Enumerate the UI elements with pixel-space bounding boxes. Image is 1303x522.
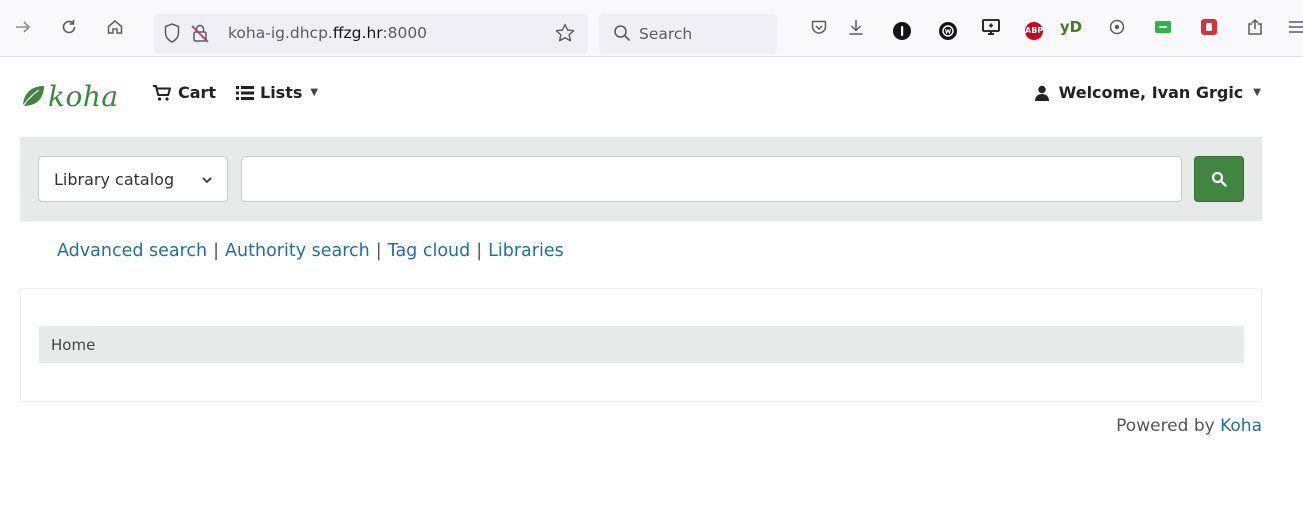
yd-extension-icon[interactable]: yD	[1058, 14, 1084, 40]
search-input[interactable]	[241, 156, 1182, 202]
more-searches: Advanced search | Authority search | Tag clo…	[57, 241, 564, 261]
browser-search-box[interactable]: Search	[599, 14, 777, 54]
tracking-shield-icon[interactable]	[163, 22, 181, 48]
chevron-down-icon	[201, 172, 213, 191]
reader-sync-icon[interactable]	[1104, 14, 1130, 40]
search-placeholder: Search	[639, 25, 693, 43]
search-submit-button[interactable]	[1194, 156, 1244, 202]
pocket-icon[interactable]	[806, 14, 832, 40]
menu-icon[interactable]	[1283, 14, 1303, 40]
lists-dropdown[interactable]: Lists ▼	[236, 83, 318, 102]
screen-capture-icon[interactable]	[978, 14, 1004, 40]
breadcrumb-home[interactable]: Home	[51, 336, 95, 354]
wappalyzer-icon[interactable]	[939, 22, 957, 40]
libraries-link[interactable]: Libraries	[488, 241, 564, 261]
powered-by-text: Powered by	[1116, 416, 1215, 436]
link-separator: |	[213, 241, 220, 261]
koha-leaf-icon	[22, 86, 44, 107]
url-text[interactable]: koha-ig.dhcp.ffzg.hr:8000	[228, 24, 427, 42]
powered-by: Powered by Koha	[1116, 416, 1262, 436]
search-icon	[613, 24, 631, 46]
search-panel: Library catalog	[20, 137, 1262, 221]
address-bar[interactable]: koha-ig.dhcp.ffzg.hr:8000	[154, 14, 588, 54]
browser-toolbar: koha-ig.dhcp.ffzg.hr:8000 Search ABP yD	[0, 0, 1303, 57]
welcome-label: Welcome, Ivan Grgic	[1058, 83, 1244, 102]
forward-arrow-icon[interactable]	[10, 14, 36, 40]
reload-icon[interactable]	[56, 14, 82, 40]
bookmark-star-icon[interactable]	[554, 22, 576, 48]
cart-icon	[153, 84, 171, 101]
tag-cloud-link[interactable]: Tag cloud	[388, 241, 471, 261]
link-separator: |	[375, 241, 382, 261]
catalog-select[interactable]: Library catalog	[38, 156, 228, 202]
user-icon	[1034, 85, 1049, 101]
adblock-plus-icon[interactable]: ABP	[1025, 22, 1043, 40]
main-content: Home	[20, 288, 1262, 402]
koha-link[interactable]: Koha	[1220, 416, 1262, 436]
lists-label: Lists	[260, 83, 303, 102]
user-menu-dropdown[interactable]: Welcome, Ivan Grgic ▼	[1034, 83, 1261, 102]
caret-down-icon: ▼	[310, 87, 319, 98]
logo-text: koha	[48, 79, 119, 113]
green-extension-icon[interactable]	[1150, 14, 1176, 40]
breadcrumb: Home	[39, 326, 1244, 363]
onepassword-icon[interactable]	[893, 22, 911, 40]
list-icon	[236, 85, 254, 100]
home-icon[interactable]	[102, 14, 128, 40]
caret-down-icon: ▼	[1253, 87, 1261, 98]
advanced-search-link[interactable]: Advanced search	[57, 241, 207, 261]
link-separator: |	[476, 241, 483, 261]
authority-search-link[interactable]: Authority search	[225, 241, 370, 261]
koha-logo[interactable]: koha	[20, 78, 119, 114]
cart-label: Cart	[178, 83, 217, 102]
search-icon	[1211, 171, 1227, 187]
downloads-icon[interactable]	[843, 14, 869, 40]
share-icon[interactable]	[1242, 14, 1268, 40]
cart-button[interactable]: Cart	[152, 83, 216, 102]
catalog-select-value: Library catalog	[54, 169, 175, 189]
insecure-lock-icon[interactable]	[189, 22, 211, 48]
red-extension-icon[interactable]	[1196, 14, 1222, 40]
